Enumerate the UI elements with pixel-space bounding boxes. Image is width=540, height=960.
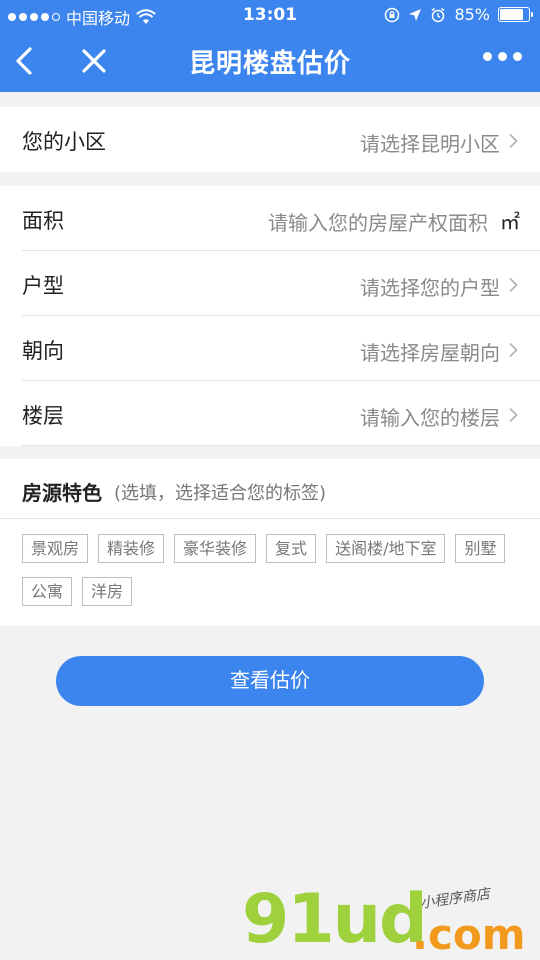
- nav-bar: 昆明楼盘估价: [0, 30, 540, 92]
- top-bar: 中国移动 13:01 85% 昆明楼盘估价: [0, 0, 540, 92]
- features-group: 房源特色 (选填，选择适合您的标签) 景观房 精装修 豪华装修 复式 送阁楼/地…: [0, 459, 540, 626]
- details-group: 面积 请输入您的房屋产权面积 ㎡ 户型 请选择您的户型 朝向 请选择房屋朝向 楼…: [0, 186, 540, 446]
- floor-input[interactable]: 请输入您的楼层: [360, 402, 500, 431]
- status-bar: 中国移动 13:01 85%: [0, 0, 540, 30]
- orientation-select[interactable]: 请选择房屋朝向: [360, 337, 500, 366]
- area-row[interactable]: 面积 请输入您的房屋产权面积 ㎡: [0, 186, 540, 251]
- community-select[interactable]: 请选择昆明小区: [360, 128, 500, 157]
- status-right: 85%: [384, 5, 533, 24]
- features-hint: (选填，选择适合您的标签): [114, 483, 327, 504]
- chevron-right-icon: [509, 133, 518, 149]
- features-title: 房源特色: [22, 481, 102, 505]
- community-row[interactable]: 您的小区 请选择昆明小区: [0, 107, 540, 172]
- tag-villa[interactable]: 别墅: [455, 534, 506, 563]
- view-estimate-button[interactable]: 查看估价: [56, 656, 484, 706]
- layout-row[interactable]: 户型 请选择您的户型: [0, 251, 540, 316]
- chevron-right-icon: [509, 407, 518, 423]
- area-input[interactable]: 请输入您的房屋产权面积: [268, 207, 488, 236]
- area-unit: ㎡: [500, 210, 520, 234]
- battery-icon: [498, 7, 533, 22]
- layout-label: 户型: [22, 274, 64, 298]
- alarm-icon: [431, 7, 445, 22]
- tag-duplex[interactable]: 复式: [266, 534, 317, 563]
- tag-western-house[interactable]: 洋房: [82, 577, 133, 606]
- floor-label: 楼层: [22, 404, 64, 428]
- floor-row[interactable]: 楼层 请输入您的楼层: [0, 381, 540, 446]
- orientation-row[interactable]: 朝向 请选择房屋朝向: [0, 316, 540, 381]
- battery-percent: 85%: [454, 5, 490, 24]
- tag-fine-decoration[interactable]: 精装修: [98, 534, 165, 563]
- layout-select[interactable]: 请选择您的户型: [360, 272, 500, 301]
- chevron-right-icon: [509, 342, 518, 358]
- tag-list: 景观房 精装修 豪华装修 复式 送阁楼/地下室 别墅 公寓 洋房: [0, 519, 540, 626]
- orientation-label: 朝向: [22, 339, 64, 363]
- community-label: 您的小区: [22, 130, 106, 154]
- page-title: 昆明楼盘估价: [188, 49, 351, 79]
- community-group: 您的小区 请选择昆明小区: [0, 107, 540, 172]
- tag-luxury-decoration[interactable]: 豪华装修: [174, 534, 257, 563]
- tag-apartment[interactable]: 公寓: [22, 577, 73, 606]
- rotation-lock-icon: [385, 7, 400, 22]
- chevron-right-icon: [509, 277, 518, 293]
- watermark-suffix: .com: [412, 910, 526, 959]
- more-icon[interactable]: [483, 52, 522, 61]
- tag-scenic[interactable]: 景观房: [22, 534, 89, 563]
- tag-attic-basement[interactable]: 送阁楼/地下室: [326, 534, 446, 563]
- area-label: 面积: [22, 209, 64, 233]
- watermark-logo: 91ud .com 小程序商店: [242, 880, 532, 960]
- watermark-tagline: 小程序商店: [419, 886, 491, 912]
- features-header: 房源特色 (选填，选择适合您的标签): [0, 459, 540, 519]
- watermark-main: 91ud: [242, 880, 428, 959]
- location-icon: [409, 8, 422, 21]
